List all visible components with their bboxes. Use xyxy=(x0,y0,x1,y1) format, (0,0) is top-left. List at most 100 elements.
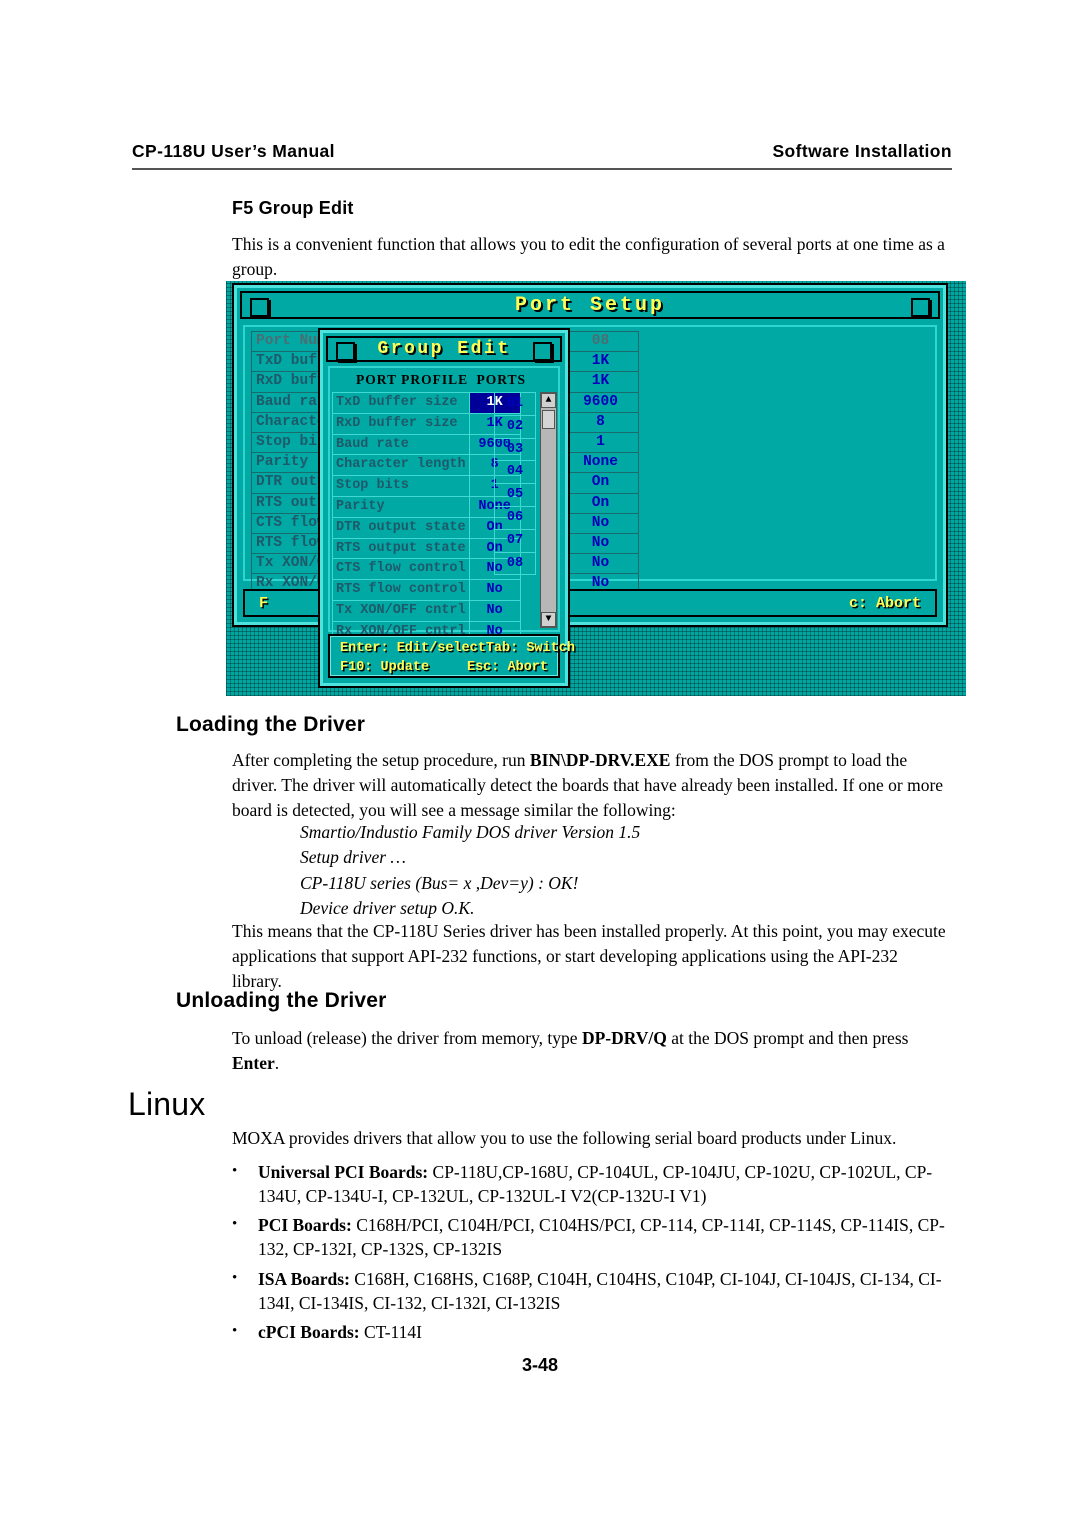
code-line: CP-118U series (Bus= x ,Dev=y) : OK! xyxy=(300,872,579,893)
loading-text-1: After completing the setup procedure, ru… xyxy=(232,750,530,770)
list-item[interactable]: 02 xyxy=(494,414,536,439)
profile-key: DTR output state xyxy=(332,516,470,539)
dialog-close-icon[interactable] xyxy=(336,342,355,361)
list-item[interactable]: 04 xyxy=(494,460,536,485)
scroll-up-icon[interactable]: ▲ xyxy=(541,393,556,408)
unloading-text-2: at the DOS prompt and then press xyxy=(666,1028,909,1048)
bullet-label: PCI Boards: xyxy=(258,1215,352,1236)
port-profile-table[interactable]: TxD buffer size 1K RxD buffer size 1K Baud r… xyxy=(332,392,521,643)
page-number: 3-48 xyxy=(521,1355,559,1375)
port-setup-title: Port Setup xyxy=(514,293,666,317)
profile-key: Tx XON/OFF cntrl xyxy=(332,599,470,622)
list-item[interactable]: 05 xyxy=(494,483,536,507)
port-number[interactable]: 03 xyxy=(494,437,536,462)
window-close-icon[interactable] xyxy=(250,298,269,317)
list-item[interactable]: 01 xyxy=(494,392,536,416)
scrollbar-thumb[interactable] xyxy=(542,410,555,429)
profile-row[interactable]: DTR output state On xyxy=(332,516,521,539)
list-item[interactable]: 03 xyxy=(494,437,536,462)
port-setup-cell[interactable]: 8 xyxy=(562,411,639,434)
profile-row[interactable]: Stop bits 1 xyxy=(332,475,521,497)
status-row: F10: Update Esc: Abort xyxy=(340,658,548,677)
list-item[interactable]: 07 xyxy=(494,528,536,553)
profile-key: Parity xyxy=(332,495,470,518)
list-item[interactable]: 06 xyxy=(494,505,536,530)
profile-key: Baud rate xyxy=(332,433,470,456)
bullet-icon: • xyxy=(232,1269,238,1286)
port-setup-cell[interactable]: 1K xyxy=(562,371,639,393)
profile-row[interactable]: RxD buffer size 1K xyxy=(332,412,521,435)
list-item: • ISA Boards: C168H, C168HS, C168P, C104H… xyxy=(232,1267,972,1315)
port-setup-cell[interactable]: 08 xyxy=(562,330,639,353)
ports-scrollbar[interactable]: ▲ ▼ xyxy=(540,392,557,628)
manual-title: CP-118U User’s Manual xyxy=(132,141,335,161)
port-setup-cell[interactable]: 9600 xyxy=(562,391,639,413)
profile-row[interactable]: Baud rate 9600 xyxy=(332,433,521,456)
port-setup-cell[interactable]: 1 xyxy=(562,432,639,454)
ports-list[interactable]: 01 02 03 04 05 06 07 08 xyxy=(494,392,536,576)
dos-screenshot: Port Setup Port Number060708TxD buffer s… xyxy=(226,281,966,696)
profile-key: Character length xyxy=(332,454,470,477)
profile-value[interactable]: No xyxy=(468,599,521,622)
port-number[interactable]: 04 xyxy=(494,460,536,485)
port-number[interactable]: 01 xyxy=(494,392,536,416)
window-maximize-icon[interactable] xyxy=(911,298,930,317)
port-number[interactable]: 02 xyxy=(494,414,536,439)
port-setup-cell[interactable]: No xyxy=(562,512,639,535)
profile-row[interactable]: Parity None xyxy=(332,495,521,518)
port-setup-cell[interactable]: On xyxy=(562,492,639,514)
profile-row[interactable]: Tx XON/OFF cntrl No xyxy=(332,599,521,622)
port-number[interactable]: 07 xyxy=(494,528,536,553)
dp-drv-q-command: DP-DRV/Q xyxy=(581,1028,667,1048)
bullet-icon: • xyxy=(232,1163,238,1179)
driver-output-sample: Smartio/Industio Family DOS driver Versi… xyxy=(300,820,960,922)
port-setup-cell[interactable]: None xyxy=(562,452,639,474)
f5-group-edit-paragraph: This is a convenient function that allow… xyxy=(232,234,945,279)
profile-key: CTS flow control xyxy=(332,558,470,581)
f5-group-edit-heading: F5 Group Edit xyxy=(232,198,354,218)
port-setup-status-right: c: Abort xyxy=(848,594,921,612)
bullet-icon: • xyxy=(232,1216,238,1233)
code-line: Device driver setup O.K. xyxy=(300,898,475,919)
port-setup-cell[interactable]: No xyxy=(562,553,639,575)
group-edit-titlebar: Group Edit xyxy=(326,336,562,362)
bullet-text: PCI Boards: C168H/PCI, C104H/PCI, C104HS… xyxy=(258,1213,972,1261)
status-hint-left: Enter: Edit/select xyxy=(340,641,486,656)
bullet-values: C168H, C168HS, C168P, C104H, C104HS, C10… xyxy=(258,1268,942,1313)
bullet-text: Universal PCI Boards: CP-118U,CP-168U, C… xyxy=(258,1160,972,1208)
port-setup-cell[interactable]: No xyxy=(562,533,639,555)
profile-key: RxD buffer size xyxy=(332,412,470,435)
profile-row[interactable]: TxD buffer size 1K xyxy=(332,392,521,414)
loading-driver-paragraph: After completing the setup procedure, ru… xyxy=(232,748,952,823)
code-line: Setup driver … xyxy=(300,847,406,868)
list-item: • Universal PCI Boards: CP-118U,CP-168U, … xyxy=(232,1160,972,1208)
list-item[interactable]: 08 xyxy=(494,551,536,576)
dp-drv-exe-command: BIN\DP-DRV.EXE xyxy=(529,750,671,770)
group-edit-dialog: Group Edit PORT PROFILE PORTS TxD buffer… xyxy=(318,328,575,688)
profile-row[interactable]: Character length 8 xyxy=(332,454,521,477)
status-row: Enter: Edit/select Tab: Switch xyxy=(340,639,575,658)
port-number[interactable]: 08 xyxy=(494,551,536,576)
linux-intro-paragraph: MOXA provides drivers that allow you to … xyxy=(232,1128,897,1148)
scroll-down-icon[interactable]: ▼ xyxy=(541,612,556,627)
profile-key: RTS output state xyxy=(332,537,470,560)
bullet-values: C168H/PCI, C104H/PCI, C104HS/PCI, CP-114… xyxy=(258,1215,945,1260)
profile-row[interactable]: RTS flow control No xyxy=(332,579,521,601)
port-setup-cell[interactable]: 1K xyxy=(562,351,639,373)
profile-row[interactable]: RTS output state On xyxy=(332,537,521,560)
port-setup-status-left: F xyxy=(259,594,269,612)
profile-row[interactable]: CTS flow control No xyxy=(332,558,521,581)
header-divider xyxy=(132,168,952,170)
profile-key: RTS flow control xyxy=(332,579,470,601)
dialog-maximize-icon[interactable] xyxy=(533,342,552,361)
status-hint-right: Esc: Abort xyxy=(466,660,548,675)
profile-value[interactable]: No xyxy=(468,579,521,601)
port-number[interactable]: 06 xyxy=(494,505,536,530)
group-edit-statusbar: Enter: Edit/select Tab: Switch F10: Update… xyxy=(328,634,575,678)
port-setup-cell[interactable]: On xyxy=(562,472,639,494)
port-number[interactable]: 05 xyxy=(494,483,536,507)
list-item: • PCI Boards: C168H/PCI, C104H/PCI, C104H… xyxy=(232,1213,972,1261)
bullet-label: ISA Boards: xyxy=(258,1268,350,1289)
unloading-text-3: . xyxy=(274,1052,280,1073)
enter-key-label: Enter xyxy=(232,1052,275,1073)
